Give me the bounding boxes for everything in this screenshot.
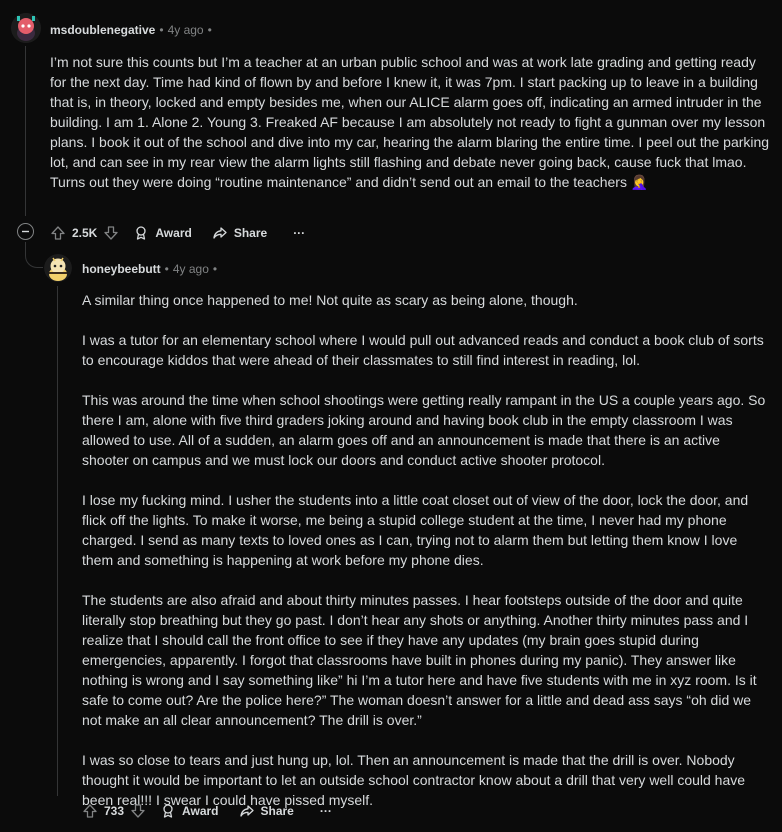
snoo-avatar-icon bbox=[44, 254, 72, 282]
share-label: Share bbox=[233, 226, 268, 240]
share-icon bbox=[213, 227, 227, 239]
downvote-arrow-icon bbox=[131, 804, 145, 818]
more-options-icon: ··· bbox=[319, 804, 332, 818]
snoo-avatar-icon bbox=[11, 13, 41, 43]
upvote-arrow-icon bbox=[51, 226, 65, 240]
comment-paragraph: I’m not sure this counts but I’m a teach… bbox=[50, 54, 770, 190]
award-label: Award bbox=[155, 226, 192, 240]
share-button[interactable]: Share bbox=[239, 803, 294, 819]
avatar[interactable] bbox=[11, 13, 41, 43]
upvote-button[interactable] bbox=[82, 803, 98, 819]
more-options-button[interactable]: ··· bbox=[320, 804, 332, 818]
comment-body: I’m not sure this counts but I’m a teach… bbox=[50, 52, 770, 192]
comment-timestamp[interactable]: 4y ago bbox=[173, 262, 209, 276]
vote-count: 2.5K bbox=[72, 226, 98, 240]
share-icon bbox=[239, 805, 254, 817]
award-button[interactable]: Award bbox=[133, 225, 192, 241]
share-label: Share bbox=[260, 804, 294, 818]
comment-paragraph: I was a tutor for an elementary school w… bbox=[82, 332, 764, 368]
separator-dot: • bbox=[212, 262, 218, 276]
comment-action-bar: 2.5K Award Share ··· bbox=[50, 222, 305, 244]
award-icon bbox=[163, 804, 173, 818]
collapse-thread-button[interactable] bbox=[17, 223, 34, 240]
award-icon bbox=[136, 226, 147, 240]
comment-meta: msdoublenegative • 4y ago • bbox=[50, 23, 216, 37]
comment-timestamp[interactable]: 4y ago bbox=[168, 23, 204, 37]
comment-author[interactable]: honeybeebutt bbox=[82, 262, 161, 276]
upvote-arrow-icon bbox=[83, 804, 97, 818]
downvote-button[interactable] bbox=[103, 225, 119, 241]
comment-meta: honeybeebutt • 4y ago • bbox=[82, 262, 221, 276]
reply-thread-line[interactable] bbox=[57, 286, 58, 796]
award-label: Award bbox=[182, 804, 219, 818]
share-button[interactable]: Share bbox=[212, 225, 267, 241]
upvote-button[interactable] bbox=[50, 225, 66, 241]
comment-paragraph: The students are also afraid and about t… bbox=[82, 592, 757, 728]
more-options-icon: ··· bbox=[293, 226, 306, 240]
comment-paragraph: I lose my fucking mind. I usher the stud… bbox=[82, 492, 749, 568]
more-options-button[interactable]: ··· bbox=[293, 226, 305, 240]
avatar[interactable] bbox=[44, 254, 72, 282]
downvote-arrow-icon bbox=[104, 226, 119, 240]
comment-paragraph: This was around the time when school sho… bbox=[82, 392, 766, 468]
comment-author[interactable]: msdoublenegative bbox=[50, 23, 155, 37]
minus-icon bbox=[22, 230, 29, 233]
comment-action-bar: 733 Award Share ··· bbox=[82, 800, 332, 822]
separator-dot: • bbox=[159, 23, 164, 37]
vote-count: 733 bbox=[104, 804, 125, 818]
award-button[interactable]: Award bbox=[160, 803, 219, 819]
reply-connector bbox=[25, 248, 43, 268]
downvote-button[interactable] bbox=[130, 803, 146, 819]
thread-line[interactable] bbox=[25, 46, 26, 216]
comment-paragraph: A similar thing once happened to me! Not… bbox=[82, 292, 578, 308]
separator-dot: • bbox=[164, 262, 169, 276]
comment-body: A similar thing once happened to me! Not… bbox=[82, 290, 770, 810]
separator-dot: • bbox=[207, 23, 212, 37]
